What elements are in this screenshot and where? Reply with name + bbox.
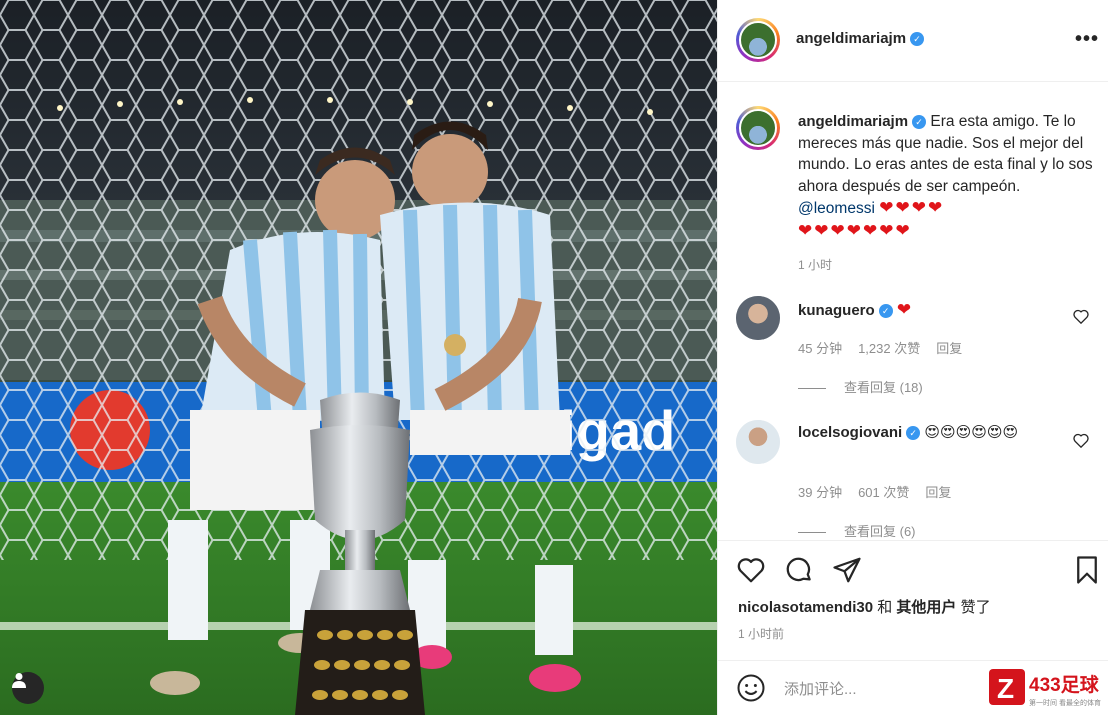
verified-badge-icon: ✓ <box>906 426 921 440</box>
comment-time: 45 分钟 <box>798 341 843 356</box>
comment-likes[interactable]: 601 次赞 <box>858 485 909 500</box>
bookmark-icon[interactable] <box>1072 555 1102 585</box>
post-header: angeldimariajm ✓ ••• <box>718 0 1108 82</box>
caption-author-avatar[interactable] <box>736 106 780 150</box>
mention-link[interactable]: @leomessi <box>798 200 875 217</box>
other-likers[interactable]: 其他用户 <box>896 599 956 616</box>
liked-by-line: nicolasotamendi30 和 其他用户 赞了 <box>738 596 991 617</box>
verified-badge-icon: ✓ <box>910 32 925 46</box>
watermark-sub: 第一时间 看最全的体育 <box>1029 698 1101 707</box>
view-replies-label: 查看回复 (18) <box>844 380 923 395</box>
commenter-username[interactable]: kunaguero <box>798 302 875 319</box>
heart-icon[interactable] <box>736 555 766 585</box>
watermark-logo: Z 433足球 第一时间 看最全的体育 <box>989 667 1105 711</box>
comment-heart-icon[interactable] <box>1073 433 1089 451</box>
post-side-panel: angeldimariajm ✓ ••• angeldimariajm ✓ Era … <box>717 0 1108 715</box>
more-options-icon[interactable]: ••• <box>1075 28 1099 51</box>
caption-username[interactable]: angeldimariajm <box>798 113 908 130</box>
comment-likes[interactable]: 1,232 次赞 <box>858 341 920 356</box>
user-tag-icon[interactable] <box>12 672 44 704</box>
add-comment-bar: 添加评论... Z 433足球 第一时间 看最全的体育 <box>718 660 1108 715</box>
add-comment-input[interactable]: 添加评论... <box>784 678 857 699</box>
reply-button[interactable]: 回复 <box>936 341 962 356</box>
post-time: 1 小时前 <box>738 627 785 641</box>
comment-heart-icon[interactable] <box>1073 309 1089 327</box>
comment-text: 😍😍😍😍😍😍 <box>924 424 1019 441</box>
smiley-icon[interactable] <box>736 673 766 703</box>
author-username[interactable]: angeldimariajm <box>796 30 906 47</box>
commenter-username[interactable]: locelsogiovani <box>798 424 902 441</box>
author-avatar[interactable] <box>736 18 780 62</box>
post-caption: angeldimariajm ✓ Era esta amigo. Te lo me… <box>798 111 1094 242</box>
watermark-letter: Z <box>997 673 1014 704</box>
comment-text: ❤ <box>896 300 914 319</box>
watermark-brand: 433足球 <box>1029 673 1100 696</box>
verified-badge-icon: ✓ <box>912 115 927 129</box>
hearts-emoji: ❤❤❤❤❤❤❤ <box>798 220 912 240</box>
comment-time: 39 分钟 <box>798 485 843 500</box>
liked-by-suffix: 赞了 <box>956 599 991 616</box>
view-replies-button[interactable]: 查看回复 (6) <box>798 521 916 540</box>
hearts-emoji: ❤❤❤❤ <box>879 198 945 217</box>
photo-illustration: obrigad <box>0 0 717 715</box>
paper-plane-icon[interactable] <box>832 555 862 585</box>
comment-icon[interactable] <box>784 555 814 585</box>
liked-by-and: 和 <box>873 599 897 616</box>
caption-time: 1 小时 <box>798 258 833 272</box>
verified-badge-icon: ✓ <box>878 304 893 318</box>
first-liker[interactable]: nicolasotamendi30 <box>738 599 873 616</box>
commenter-avatar[interactable] <box>736 420 780 464</box>
commenter-avatar[interactable] <box>736 296 780 340</box>
reply-button[interactable]: 回复 <box>925 485 951 500</box>
post-photo[interactable]: obrigad <box>0 0 717 715</box>
view-replies-label: 查看回复 (6) <box>844 524 916 539</box>
view-replies-button[interactable]: 查看回复 (18) <box>798 377 923 396</box>
post-actions: nicolasotamendi30 和 其他用户 赞了 1 小时前 <box>718 540 1108 660</box>
